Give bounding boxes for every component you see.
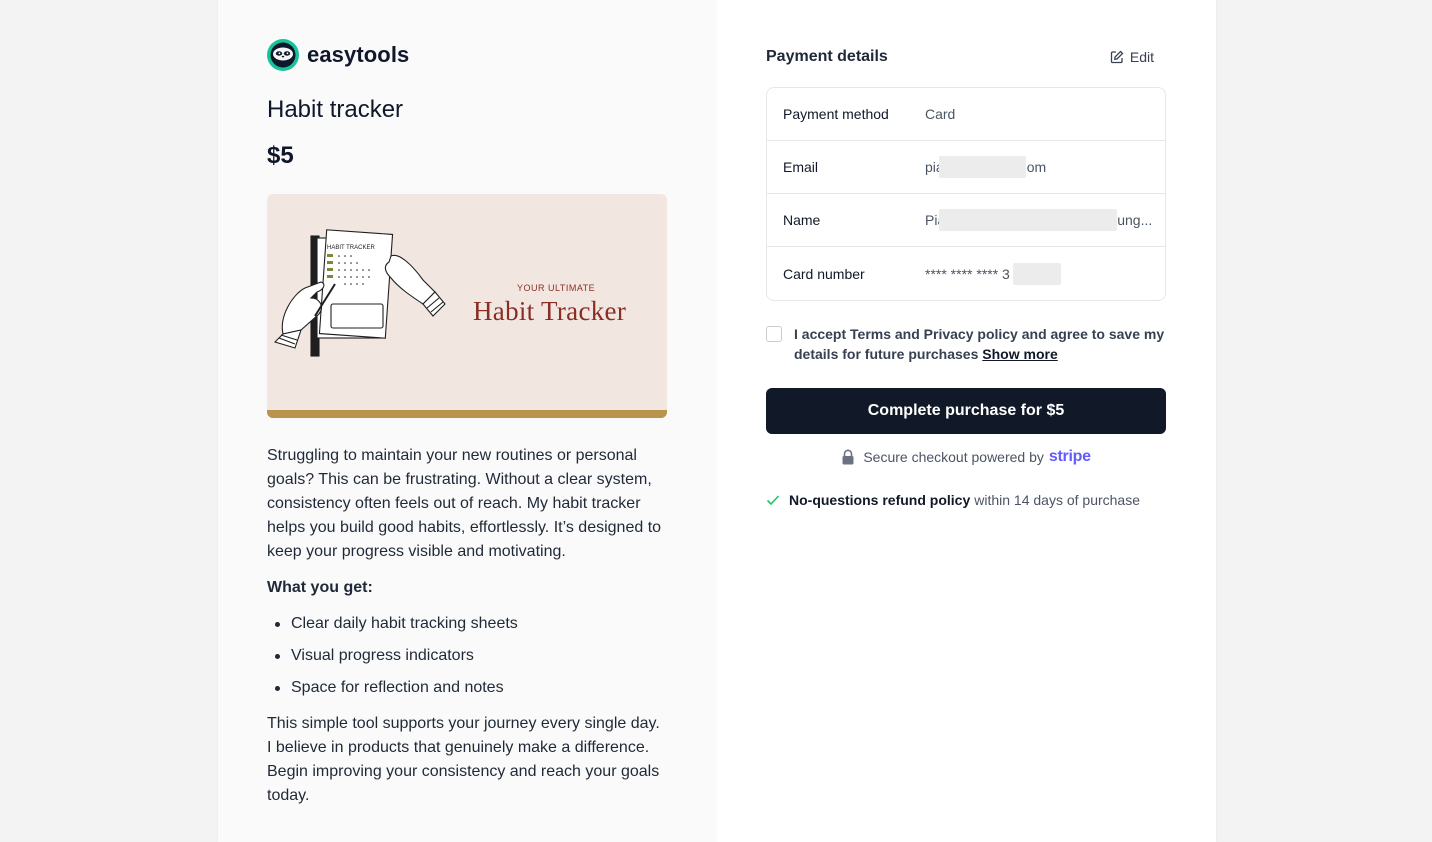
- consent-label: I accept Terms and Privacy policy and ag…: [794, 326, 1165, 362]
- row-label: Payment method: [783, 106, 889, 122]
- row-label: Name: [783, 212, 821, 228]
- description-paragraph: Struggling to maintain your new routines…: [267, 447, 662, 560]
- payment-header: Payment details Edit: [766, 46, 1166, 68]
- refund-policy-title: No-questions refund policy: [789, 492, 971, 508]
- terms-consent: I accept Terms and Privacy policy and ag…: [766, 324, 1166, 364]
- list-item: Clear daily habit tracking sheets: [267, 612, 667, 636]
- description-paragraph-closing: This simple tool supports your journey e…: [267, 715, 660, 804]
- list-item: Space for reflection and notes: [267, 676, 667, 700]
- table-row: Email pia om: [767, 141, 1165, 194]
- row-label: Card number: [783, 265, 865, 282]
- secure-text: Secure checkout powered by: [863, 449, 1044, 465]
- email-value-end: om: [1026, 159, 1047, 175]
- refund-policy: No-questions refund policy within 14 day…: [766, 492, 1140, 508]
- product-panel: easytools Habit tracker $5 HABIT TRACKER: [218, 0, 717, 842]
- stripe-logo: stripe: [1048, 448, 1091, 465]
- sheet-label: HABIT TRACKER: [327, 245, 375, 251]
- lock-icon: [842, 449, 854, 465]
- table-row: Card number **** **** **** 3: [767, 247, 1165, 300]
- payment-title: Payment details: [766, 48, 888, 65]
- brand[interactable]: easytools: [267, 39, 668, 71]
- secure-checkout-note: Secure checkout powered by stripe: [766, 448, 1166, 466]
- sloth-logo-icon: [267, 39, 299, 71]
- refund-policy-detail: within 14 days of purchase: [974, 492, 1140, 508]
- product-title: Habit tracker: [267, 96, 404, 123]
- redaction-mask: [939, 209, 1117, 231]
- product-price: $5: [267, 142, 294, 169]
- terms-checkbox[interactable]: [766, 326, 782, 342]
- name-value: Pia ung...: [925, 209, 1153, 231]
- redaction-mask: [1013, 262, 1061, 285]
- what-you-get-heading: What you get:: [267, 579, 373, 596]
- redaction-mask: [939, 156, 1026, 178]
- row-label: Email: [783, 159, 819, 175]
- table-row: Payment method Card: [767, 88, 1165, 141]
- checkout-page: easytools Habit tracker $5 HABIT TRACKER: [218, 0, 1216, 842]
- habit-tracker-illustration-icon: HABIT TRACKER: [273, 229, 446, 357]
- list-item: Visual progress indicators: [267, 644, 667, 668]
- consent-text: I accept Terms and Privacy policy and ag…: [794, 324, 1166, 364]
- image-subtitle: YOUR ULTIMATE: [517, 283, 596, 293]
- check-icon: [766, 495, 780, 506]
- payment-method-value: Card: [925, 106, 956, 122]
- edit-icon: [1110, 50, 1124, 64]
- edit-label: Edit: [1129, 49, 1154, 65]
- payment-panel: Payment details Edit Payment method Card…: [717, 0, 1216, 842]
- brand-name: easytools: [307, 42, 410, 67]
- card-number-text: **** **** **** 3: [925, 265, 1010, 282]
- benefits-list: Clear daily habit tracking sheets Visual…: [267, 612, 667, 700]
- email-value: pia om: [925, 156, 1047, 178]
- card-number-value: **** **** **** 3: [925, 262, 1061, 285]
- image-title: Habit Tracker: [473, 296, 627, 326]
- complete-purchase-button[interactable]: Complete purchase for $5: [766, 388, 1166, 434]
- name-value-end: ung...: [1117, 212, 1153, 228]
- product-description: Struggling to maintain your new routines…: [267, 444, 667, 808]
- payment-details-table: Payment method Card Email pia om Name Pia…: [766, 87, 1166, 301]
- product-image: HABIT TRACKER YOUR ULTIMATE Habit Tracke…: [267, 194, 667, 418]
- image-bottom-bar: [267, 410, 667, 418]
- edit-button[interactable]: Edit: [1110, 49, 1154, 65]
- table-row: Name Pia ung...: [767, 194, 1165, 247]
- show-more-link[interactable]: Show more: [982, 346, 1057, 362]
